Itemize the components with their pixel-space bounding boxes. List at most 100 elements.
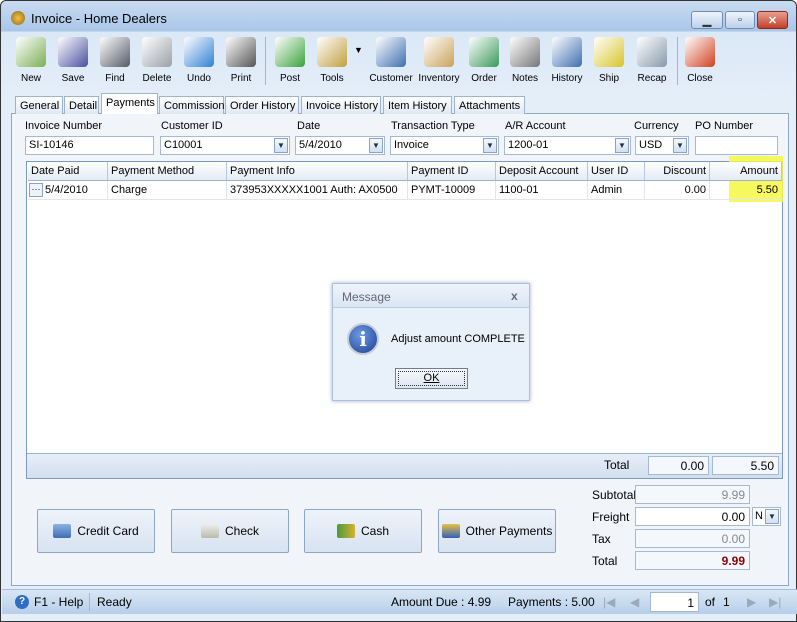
- ar-account-label: A/R Account: [505, 120, 566, 132]
- notepad-pen-icon: [510, 37, 540, 67]
- toolbar-label: Tools: [320, 73, 344, 84]
- help-icon[interactable]: ?: [15, 595, 29, 609]
- window-title: Invoice - Home Dealers: [31, 11, 167, 26]
- forklift-icon: [594, 37, 624, 67]
- chevron-down-icon[interactable]: ▼: [369, 138, 383, 153]
- grid-cell[interactable]: 373953XXXXX1001 Auth: AX0500: [227, 181, 408, 200]
- chevron-down-icon[interactable]: ▼: [483, 138, 497, 153]
- button-label: Other Payments: [465, 524, 553, 538]
- tab-detail[interactable]: Detail: [64, 96, 99, 114]
- other-payments-button[interactable]: Other Payments: [438, 509, 556, 553]
- grid-cell[interactable]: 1100-01: [496, 181, 588, 200]
- date-value: 5/4/2010: [299, 139, 342, 151]
- column-header-payment-id[interactable]: Payment ID: [408, 162, 496, 181]
- last-page-button[interactable]: ▶|: [769, 595, 781, 609]
- ar-account-select[interactable]: 1200-01 ▼: [504, 136, 631, 155]
- ellipsis-button[interactable]: ···: [29, 183, 43, 197]
- currency-select[interactable]: USD ▼: [635, 136, 689, 155]
- po-number-field[interactable]: [695, 136, 778, 155]
- freight-label: Freight: [592, 510, 630, 524]
- app-icon: [11, 11, 25, 25]
- ar-account-value: 1200-01: [508, 139, 549, 151]
- new-document-icon: [16, 37, 46, 67]
- chevron-down-icon[interactable]: ▼: [673, 138, 687, 153]
- tab-attachments[interactable]: Attachments: [454, 96, 525, 114]
- chevron-down-icon[interactable]: ▼: [615, 138, 629, 153]
- transaction-type-select[interactable]: Invoice ▼: [390, 136, 499, 155]
- grid-cell[interactable]: 5.50: [710, 181, 782, 200]
- minimize-button[interactable]: ▁: [691, 11, 723, 29]
- message-dialog: Message x i Adjust amount COMPLETE OK: [332, 283, 530, 401]
- toolbar-recap-button[interactable]: Recap: [630, 35, 674, 87]
- handheld-order-icon: [469, 37, 499, 67]
- undo-arrow-icon: [184, 37, 214, 67]
- tab-order-history[interactable]: Order History: [225, 96, 299, 114]
- column-header-date-paid[interactable]: Date Paid: [28, 162, 108, 181]
- column-header-amount[interactable]: Amount: [710, 162, 782, 181]
- invoice-number-value: SI-10146: [29, 139, 74, 151]
- tab-payments[interactable]: Payments: [101, 93, 158, 114]
- status-bar: ? F1 - Help Ready Amount Due : 4.99 Paym…: [2, 589, 797, 614]
- toolbar-customer-button[interactable]: Customer: [369, 35, 413, 87]
- date-label: Date: [297, 120, 321, 132]
- tools-icon: [317, 37, 347, 67]
- chevron-down-icon[interactable]: ▼: [274, 138, 288, 153]
- column-header-payment-method[interactable]: Payment Method: [108, 162, 227, 181]
- grid-cell[interactable]: Admin: [588, 181, 645, 200]
- close-window-button[interactable]: ✕: [757, 11, 788, 29]
- ok-button[interactable]: OK: [395, 368, 468, 389]
- of-label: of: [705, 595, 716, 609]
- check-button[interactable]: Check: [171, 509, 289, 553]
- toolbar-tools-button[interactable]: Tools: [310, 35, 354, 87]
- date-picker[interactable]: 5/4/2010 ▼: [295, 136, 385, 155]
- toolbar-close-button[interactable]: Close: [678, 35, 722, 87]
- grid-cell[interactable]: PYMT-10009: [408, 181, 496, 200]
- button-label: Cash: [360, 524, 389, 538]
- invoice-number-label: Invoice Number: [25, 120, 103, 132]
- credit-card-button[interactable]: Credit Card: [37, 509, 155, 553]
- customer-id-select[interactable]: C10001 ▼: [160, 136, 290, 155]
- tab-invoice-history[interactable]: Invoice History: [301, 96, 381, 114]
- tools-dropdown-arrow[interactable]: ▼: [354, 45, 363, 55]
- tab-general[interactable]: General: [15, 96, 63, 114]
- freight-field[interactable]: 0.00: [635, 507, 750, 526]
- freight-tax-select[interactable]: N ▼: [752, 507, 781, 526]
- cell-value: 5/4/2010: [45, 184, 88, 196]
- grid-total-label: Total: [604, 458, 630, 472]
- toolbar-inventory-button[interactable]: Inventory: [417, 35, 461, 87]
- tab-commission[interactable]: Commission: [159, 96, 225, 114]
- maximize-button[interactable]: ▫: [725, 11, 755, 29]
- tab-item-history[interactable]: Item History: [383, 96, 452, 114]
- previous-page-button[interactable]: ◀: [630, 595, 639, 609]
- binoculars-icon: [100, 37, 130, 67]
- cash-button[interactable]: Cash: [304, 509, 422, 553]
- dialog-close-button[interactable]: x: [511, 289, 518, 303]
- cell-value: PYMT-10009: [411, 184, 476, 196]
- tax-label: Tax: [592, 532, 611, 546]
- column-header-payment-info[interactable]: Payment Info: [227, 162, 408, 181]
- recap-sheet-icon: [637, 37, 667, 67]
- chevron-down-icon[interactable]: ▼: [765, 509, 779, 524]
- next-page-button[interactable]: ▶: [747, 595, 756, 609]
- dialog-message: Adjust amount COMPLETE: [391, 333, 525, 345]
- grid-cell[interactable]: 5/4/2010 ···: [28, 181, 108, 200]
- cell-value: 0.00: [684, 184, 706, 196]
- column-header-discount[interactable]: Discount: [645, 162, 710, 181]
- cell-value: 1100-01: [499, 184, 539, 196]
- column-header-user-id[interactable]: User ID: [588, 162, 645, 181]
- help-label[interactable]: F1 - Help: [34, 595, 83, 609]
- boxes-icon: [424, 37, 454, 67]
- page-input[interactable]: 1: [650, 592, 699, 612]
- other-payments-icon: [441, 524, 460, 538]
- first-page-button[interactable]: |◀: [603, 595, 615, 609]
- printer-icon: [226, 37, 256, 67]
- column-header-deposit-account[interactable]: Deposit Account: [496, 162, 588, 181]
- status-text: Ready: [97, 595, 132, 609]
- toolbar-print-button[interactable]: Print: [219, 35, 263, 87]
- total-field: 9.99: [635, 551, 750, 570]
- cash-icon: [336, 524, 355, 538]
- grid-cell[interactable]: Charge: [108, 181, 227, 200]
- invoice-number-field[interactable]: SI-10146: [25, 136, 154, 155]
- cell-value: Admin: [591, 184, 623, 196]
- grid-cell[interactable]: 0.00: [645, 181, 710, 200]
